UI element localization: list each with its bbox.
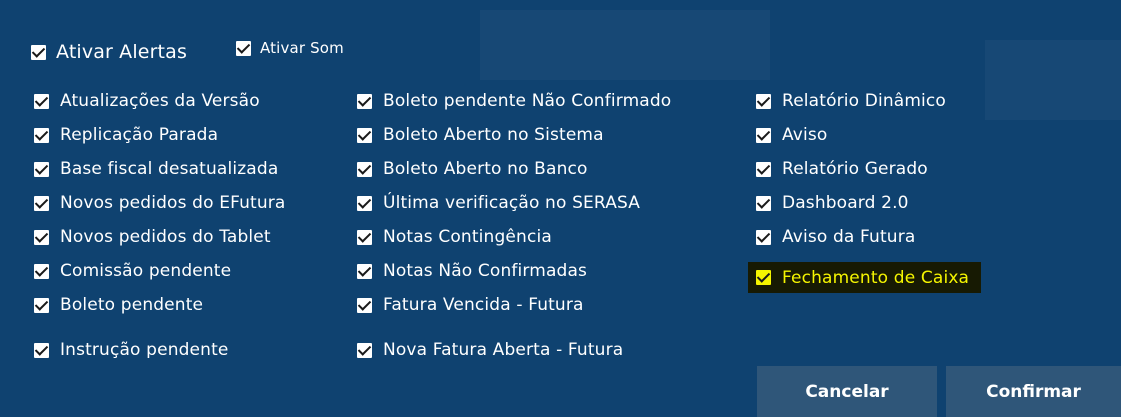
option-instrucao-pendente[interactable]: Instrução pendente: [34, 340, 229, 358]
checkbox-checked-icon: [31, 44, 46, 60]
checkbox-checked-icon: [357, 127, 372, 143]
checkbox-checked-icon: [34, 297, 49, 313]
option-comissao-pendente[interactable]: Comissão pendente: [34, 261, 231, 281]
checkbox-checked-icon: [357, 93, 372, 109]
option-label: Aviso: [782, 125, 828, 145]
option-label: Base fiscal desatualizada: [60, 159, 279, 179]
checkbox-checked-icon: [236, 40, 251, 56]
option-label: Notas Não Confirmadas: [383, 261, 588, 281]
checkbox-checked-icon: [34, 263, 49, 279]
option-novos-pedidos-tablet[interactable]: Novos pedidos do Tablet: [34, 227, 271, 247]
option-label: Aviso da Futura: [782, 227, 916, 247]
option-label: Novos pedidos do Tablet: [60, 227, 271, 247]
checkbox-checked-icon: [756, 93, 771, 109]
option-ultima-verificacao-serasa[interactable]: Última verificação no SERASA: [357, 193, 640, 213]
alert-settings-dialog: Ativar Alertas Ativar Som Atualizações d…: [0, 0, 1121, 417]
checkbox-checked-icon: [756, 127, 771, 143]
checkbox-checked-icon: [357, 297, 372, 313]
option-label: Fechamento de Caixa: [782, 267, 970, 288]
option-dashboard[interactable]: Dashboard 2.0: [756, 193, 909, 213]
option-label: Boleto Aberto no Banco: [383, 159, 588, 179]
confirm-button[interactable]: Confirmar: [946, 366, 1121, 417]
checkbox-checked-icon: [357, 161, 372, 177]
option-boleto-aberto-sistema[interactable]: Boleto Aberto no Sistema: [357, 125, 604, 145]
option-label: Comissão pendente: [60, 261, 232, 281]
checkbox-checked-icon: [357, 229, 372, 245]
checkbox-checked-icon: [357, 195, 372, 211]
option-nova-fatura-aberta[interactable]: Nova Fatura Aberta - Futura: [357, 340, 623, 358]
checkbox-checked-icon: [756, 161, 771, 177]
checkbox-checked-icon: [756, 195, 771, 211]
option-boleto-pendente-nao-confirmado[interactable]: Boleto pendente Não Confirmado: [357, 91, 671, 111]
checkbox-checked-icon: [756, 270, 771, 285]
option-label: Novos pedidos do EFutura: [60, 193, 286, 213]
option-aviso[interactable]: Aviso: [756, 125, 827, 145]
option-label: Boleto Aberto no Sistema: [383, 125, 604, 145]
option-fatura-vencida[interactable]: Fatura Vencida - Futura: [357, 295, 584, 315]
checkbox-checked-icon: [357, 263, 372, 279]
ativar-alertas-label: Ativar Alertas: [56, 41, 187, 63]
option-boleto-pendente[interactable]: Boleto pendente: [34, 295, 203, 315]
ativar-alertas-checkbox[interactable]: Ativar Alertas: [31, 41, 187, 63]
option-boleto-aberto-banco[interactable]: Boleto Aberto no Banco: [357, 159, 588, 179]
option-aviso-da-futura[interactable]: Aviso da Futura: [756, 227, 915, 247]
checkbox-checked-icon: [34, 195, 49, 211]
option-label: Atualizações da Versão: [60, 91, 260, 111]
checkbox-checked-icon: [34, 229, 49, 245]
option-label: Última verificação no SERASA: [383, 193, 641, 213]
option-label: Notas Contingência: [383, 227, 552, 247]
checkbox-checked-icon: [34, 127, 49, 143]
alert-options-list[interactable]: Atualizações da Versão Replicação Parada…: [0, 80, 1121, 358]
checkbox-checked-icon: [34, 93, 49, 109]
option-replicacao-parada[interactable]: Replicação Parada: [34, 125, 218, 145]
option-label: Instrução pendente: [60, 340, 229, 358]
option-label: Nova Fatura Aberta - Futura: [383, 340, 624, 358]
cancel-button[interactable]: Cancelar: [757, 366, 937, 417]
option-base-fiscal[interactable]: Base fiscal desatualizada: [34, 159, 278, 179]
option-label: Fatura Vencida - Futura: [383, 295, 584, 315]
option-notas-contingencia[interactable]: Notas Contingência: [357, 227, 552, 247]
option-atualizacoes-versao[interactable]: Atualizações da Versão: [34, 91, 260, 111]
checkbox-checked-icon: [34, 161, 49, 177]
option-label: Relatório Gerado: [782, 159, 928, 179]
checkbox-checked-icon: [357, 342, 372, 358]
option-label: Boleto pendente: [60, 295, 204, 315]
option-label: Dashboard 2.0: [782, 193, 909, 213]
ativar-som-label: Ativar Som: [260, 39, 344, 57]
checkbox-checked-icon: [34, 342, 49, 358]
option-relatorio-gerado[interactable]: Relatório Gerado: [756, 159, 928, 179]
option-fechamento-caixa[interactable]: Fechamento de Caixa: [748, 262, 982, 293]
option-label: Replicação Parada: [60, 125, 219, 145]
option-notas-nao-confirmadas[interactable]: Notas Não Confirmadas: [357, 261, 587, 281]
ativar-som-checkbox[interactable]: Ativar Som: [236, 39, 344, 57]
checkbox-checked-icon: [756, 229, 771, 245]
option-relatorio-dinamico[interactable]: Relatório Dinâmico: [756, 91, 946, 111]
option-novos-pedidos-efutura[interactable]: Novos pedidos do EFutura: [34, 193, 285, 213]
option-label: Boleto pendente Não Confirmado: [383, 91, 672, 111]
option-label: Relatório Dinâmico: [782, 91, 946, 111]
